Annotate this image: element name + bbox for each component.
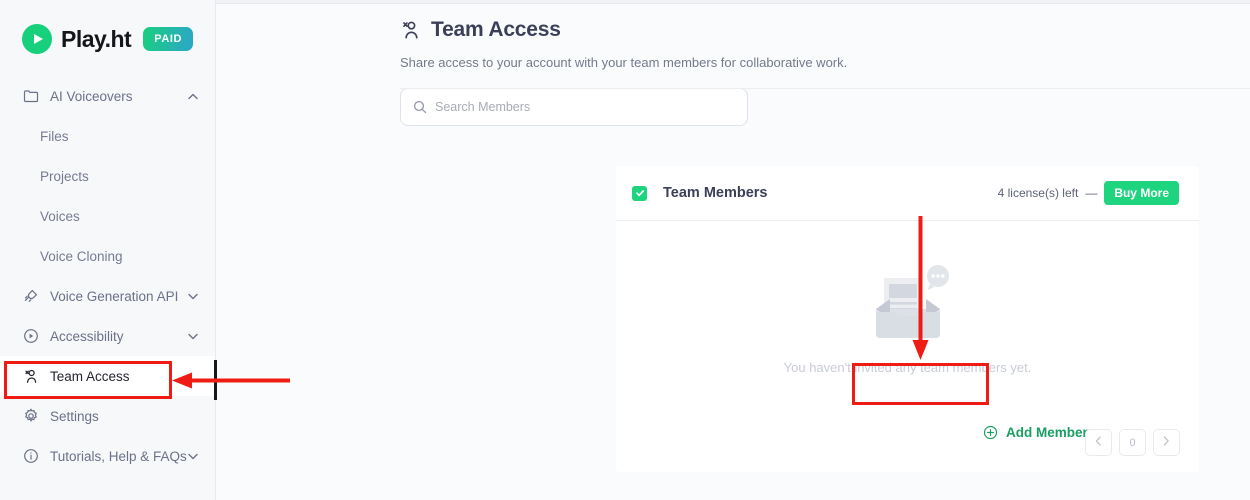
pagination: 0 xyxy=(1085,429,1180,456)
folder-icon xyxy=(22,87,40,105)
sidebar-item-voice-cloning[interactable]: Voice Cloning xyxy=(0,236,215,276)
sidebar-item-tutorials-help-faqs[interactable]: Tutorials, Help & FAQs xyxy=(0,436,215,476)
sidebar-item-label: Voice Cloning xyxy=(40,248,123,264)
chevron-left-icon xyxy=(1095,436,1102,449)
gear-icon xyxy=(22,407,40,425)
pagination-next-button[interactable] xyxy=(1153,429,1180,456)
main-content: Team Access Share access to your account… xyxy=(216,0,1250,500)
sidebar-item-files[interactable]: Files xyxy=(0,116,215,156)
inbox-message-icon xyxy=(875,264,949,338)
page-subtitle: Share access to your account with your t… xyxy=(400,55,848,70)
add-members-label: Add Members xyxy=(1006,425,1096,440)
team-icon xyxy=(400,19,422,41)
sidebar-item-label: AI Voiceovers xyxy=(50,88,133,104)
page-header: Team Access Share access to your account… xyxy=(216,0,1250,70)
sidebar-item-label: Voices xyxy=(40,208,80,224)
accessibility-icon xyxy=(22,327,40,345)
top-strip xyxy=(216,0,1250,4)
info-icon xyxy=(22,447,40,465)
sidebar-item-projects[interactable]: Projects xyxy=(0,156,215,196)
search-section xyxy=(216,70,1250,126)
sidebar-item-label: Files xyxy=(40,128,69,144)
sidebar-item-voices[interactable]: Voices xyxy=(0,196,215,236)
plug-icon xyxy=(22,287,40,305)
sidebar-item-label: Tutorials, Help & FAQs xyxy=(50,448,187,464)
page-title-text: Team Access xyxy=(431,18,561,41)
chevron-right-icon xyxy=(1163,436,1170,449)
license-info: 4 license(s) left — Buy More xyxy=(998,181,1179,205)
card-title: Team Members xyxy=(663,185,768,201)
brand-name: Play.ht xyxy=(61,25,132,52)
pagination-prev-button[interactable] xyxy=(1085,429,1112,456)
chevron-down-icon[interactable] xyxy=(187,450,199,462)
chevron-down-icon[interactable] xyxy=(187,330,199,342)
empty-state-text: You haven't invited any team members yet… xyxy=(783,359,1032,375)
team-members-checkbox[interactable] xyxy=(632,185,647,201)
sidebar-item-label: Team Access xyxy=(50,368,130,384)
card-header: Team Members 4 license(s) left — Buy Mor… xyxy=(616,166,1199,221)
buy-more-button[interactable]: Buy More xyxy=(1104,181,1179,205)
sidebar-item-label: Voice Generation API xyxy=(50,288,179,304)
sidebar-item-accessibility[interactable]: Accessibility xyxy=(0,316,215,356)
search-icon xyxy=(413,100,427,114)
sidebar-item-label: Settings xyxy=(50,408,99,424)
team-icon xyxy=(22,367,40,385)
chevron-up-icon[interactable] xyxy=(187,90,199,102)
plus-circle-icon xyxy=(983,425,998,440)
license-dash: — xyxy=(1085,186,1098,200)
sidebar-item-label: Accessibility xyxy=(50,328,124,344)
header-divider xyxy=(400,88,1250,89)
team-members-card: Team Members 4 license(s) left — Buy Mor… xyxy=(616,166,1199,472)
sidebar-item-voice-generation-api[interactable]: Voice Generation API xyxy=(0,276,215,316)
sidebar-item-label: Projects xyxy=(40,168,89,184)
annotation-text-caret xyxy=(214,360,217,400)
page-title: Team Access xyxy=(400,18,1250,42)
sidebar-item-ai-voiceovers[interactable]: AI Voiceovers xyxy=(0,76,215,116)
sidebar-item-team-access[interactable]: Team Access xyxy=(0,356,215,396)
sidebar: Play.ht PAID AI Voiceovers Files Project… xyxy=(0,0,216,500)
add-members-button[interactable]: Add Members xyxy=(979,419,1100,446)
chevron-down-icon[interactable] xyxy=(187,290,199,302)
brand-header: Play.ht PAID xyxy=(0,0,215,58)
app-root: Play.ht PAID AI Voiceovers Files Project… xyxy=(0,0,1250,500)
search-box[interactable] xyxy=(400,88,748,126)
sidebar-item-settings[interactable]: Settings xyxy=(0,396,215,436)
license-count-text: 4 license(s) left xyxy=(997,186,1079,200)
plan-badge: PAID xyxy=(143,27,194,51)
card-body-empty-state: You haven't invited any team members yet… xyxy=(616,221,1199,417)
pagination-page-number[interactable]: 0 xyxy=(1119,429,1146,456)
play-circle-icon xyxy=(22,24,52,54)
search-input[interactable] xyxy=(435,100,735,114)
sidebar-nav: AI Voiceovers Files Projects Voices Voic… xyxy=(0,76,215,476)
